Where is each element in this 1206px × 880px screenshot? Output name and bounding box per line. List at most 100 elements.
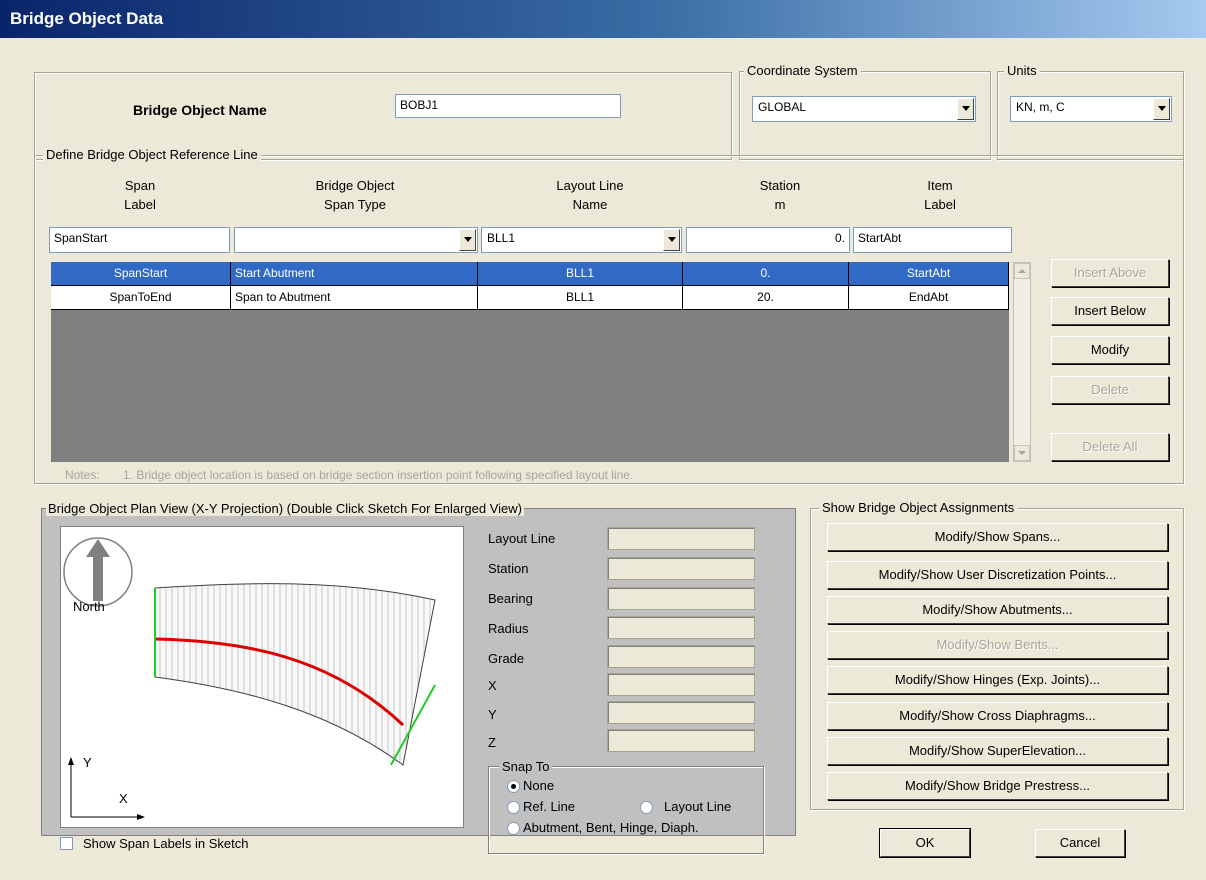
bridge-object-name-input[interactable]: BOBJ1 (395, 94, 621, 118)
station-input[interactable]: 0. (686, 227, 850, 253)
title-bar[interactable]: Bridge Object Data (0, 0, 1206, 38)
info-label: Y (488, 707, 497, 722)
snap-layout-line-label: Layout Line (664, 799, 732, 814)
table-row[interactable]: SpanToEnd Span to Abutment BLL1 20. EndA… (51, 286, 1009, 310)
modify-discretization-button[interactable]: Modify/Show User Discretization Points..… (827, 561, 1168, 589)
modify-superelevation-button[interactable]: Modify/Show SuperElevation... (827, 737, 1168, 765)
assignments-title: Show Bridge Object Assignments (819, 500, 1018, 515)
info-label: Z (488, 735, 496, 750)
info-label: Radius (488, 621, 529, 636)
modify-abutments-button[interactable]: Modify/Show Abutments... (827, 596, 1168, 624)
chevron-down-icon[interactable] (957, 98, 974, 120)
modify-bents-button[interactable]: Modify/Show Bents... (827, 631, 1168, 659)
info-field-radius (607, 616, 755, 639)
info-label: X (488, 678, 497, 693)
show-span-labels-label: Show Span Labels in Sketch (83, 836, 249, 851)
header-line2: Name (572, 197, 608, 212)
north-label: North (73, 599, 105, 614)
ok-button[interactable]: OK (879, 828, 971, 858)
bridge-object-name-label: Bridge Object Name (133, 102, 267, 118)
table-row[interactable]: SpanStart Start Abutment BLL1 0. StartAb… (51, 262, 1009, 286)
arrow-down-icon (1018, 451, 1026, 455)
chevron-down-icon[interactable] (663, 229, 680, 251)
info-field-z (607, 729, 755, 752)
info-label: Layout Line (488, 531, 556, 546)
cell-layout-line[interactable]: BLL1 (478, 286, 683, 310)
snap-ref-line-radio[interactable] (507, 801, 520, 814)
header-layout-line: Layout Line Name (510, 176, 670, 214)
info-label: Grade (488, 651, 525, 666)
cell-station[interactable]: 0. (683, 262, 849, 286)
span-type-select[interactable] (234, 227, 478, 253)
modify-prestress-button[interactable]: Modify/Show Bridge Prestress... (827, 772, 1168, 800)
span-label-input[interactable]: SpanStart (49, 227, 230, 253)
cancel-button[interactable]: Cancel (1035, 829, 1125, 857)
delete-all-button[interactable]: Delete All (1051, 433, 1169, 461)
snap-to-title: Snap To (499, 759, 553, 774)
cell-item-label[interactable]: StartAbt (849, 262, 1009, 286)
delete-button[interactable]: Delete (1051, 376, 1169, 404)
cell-span-type[interactable]: Start Abutment (231, 262, 478, 286)
header-line1: Station (759, 178, 801, 193)
coordinate-system-group: Coordinate System GLOBAL (739, 63, 991, 160)
header-line1: Span (124, 178, 156, 193)
cell-item-label[interactable]: EndAbt (849, 286, 1009, 310)
info-field-x (607, 673, 755, 696)
header-line1: Layout Line (556, 178, 624, 193)
info-field-station (607, 557, 755, 580)
coordinate-system-select[interactable]: GLOBAL (752, 96, 976, 122)
modify-button[interactable]: Modify (1051, 336, 1169, 364)
modify-hinges-button[interactable]: Modify/Show Hinges (Exp. Joints)... (827, 666, 1168, 694)
header-station: Station m (715, 176, 845, 214)
units-select[interactable]: KN, m, C (1010, 96, 1172, 122)
chevron-down-icon[interactable] (459, 229, 476, 251)
snap-none-radio[interactable] (507, 780, 520, 793)
arrow-up-icon (1018, 269, 1026, 273)
north-arrow-icon (63, 537, 133, 607)
chevron-down-icon[interactable] (1153, 98, 1170, 120)
info-label: Station (488, 561, 529, 576)
modify-spans-button[interactable]: Modify/Show Spans... (827, 523, 1168, 551)
header-line1: Bridge Object (315, 178, 395, 193)
item-label-input[interactable]: StartAbt (853, 227, 1012, 253)
insert-below-button[interactable]: Insert Below (1051, 297, 1169, 325)
info-field-y (607, 701, 755, 724)
snap-layout-line-radio[interactable] (640, 801, 653, 814)
axis-x-label: X (119, 791, 128, 806)
coordinate-system-label: Coordinate System (744, 63, 861, 78)
header-line2: Span Type (324, 197, 386, 212)
layout-line-select[interactable]: BLL1 (481, 227, 682, 253)
header-line2: Label (924, 197, 956, 212)
table-scrollbar[interactable] (1013, 262, 1031, 462)
axes-icon (68, 757, 145, 820)
axis-y-label: Y (83, 755, 92, 770)
scroll-up-button[interactable] (1014, 263, 1030, 279)
plan-view-title: Bridge Object Plan View (X-Y Projection)… (46, 501, 524, 516)
header-span-label: Span Label (90, 176, 190, 214)
info-label: Bearing (488, 591, 533, 606)
info-field-grade (607, 645, 755, 668)
snap-abutment-radio[interactable] (507, 822, 520, 835)
snap-ref-line-label: Ref. Line (523, 799, 576, 814)
note-text: 1. Bridge object location is based on br… (123, 468, 634, 482)
cell-span-label[interactable]: SpanStart (51, 262, 231, 286)
show-span-labels-checkbox[interactable] (60, 837, 73, 850)
cell-layout-line[interactable]: BLL1 (478, 262, 683, 286)
cell-station[interactable]: 20. (683, 286, 849, 310)
scroll-down-button[interactable] (1014, 445, 1030, 461)
plan-view-sketch[interactable]: North Y X (60, 526, 464, 828)
units-value: KN, m, C (1016, 100, 1065, 114)
cell-span-label[interactable]: SpanToEnd (51, 286, 231, 310)
notes-label: Notes: (65, 468, 100, 482)
reference-line-title: Define Bridge Object Reference Line (43, 147, 261, 162)
info-field-bearing (607, 587, 755, 610)
reference-line-table[interactable]: SpanStart Start Abutment BLL1 0. StartAb… (51, 262, 1009, 462)
modify-cross-diaphragms-button[interactable]: Modify/Show Cross Diaphragms... (827, 702, 1168, 730)
header-line2: Label (124, 197, 156, 212)
header-item-label: Item Label (870, 176, 1010, 214)
layout-line-value: BLL1 (487, 231, 516, 245)
window-title: Bridge Object Data (10, 9, 164, 28)
insert-above-button[interactable]: Insert Above (1051, 259, 1169, 287)
header-line1: Item (927, 178, 953, 193)
cell-span-type[interactable]: Span to Abutment (231, 286, 478, 310)
